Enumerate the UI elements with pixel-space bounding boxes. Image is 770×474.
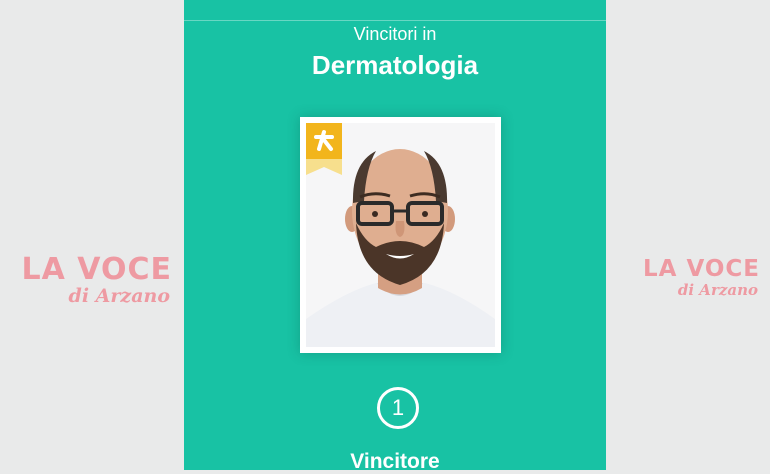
card-subtitle: Vincitori in bbox=[353, 24, 437, 44]
logo-name: LA VOCE bbox=[642, 256, 760, 282]
logo-tagline: di Arzano bbox=[68, 285, 170, 307]
right-side-panel: LA VOCE di Arzano bbox=[606, 0, 770, 470]
logo-name: LA VOCE bbox=[21, 252, 172, 287]
award-badge-icon bbox=[306, 123, 342, 175]
watermark-logo-right: LA VOCE di Arzano bbox=[620, 258, 760, 298]
winner-card: Vincitori in Dermatologia 1 Vincitore bbox=[184, 0, 606, 473]
card-divider bbox=[184, 20, 606, 21]
left-side-panel: LA VOCE di Arzano bbox=[0, 0, 184, 470]
card-title: Dermatologia bbox=[311, 50, 479, 80]
logo-tagline: di Arzano bbox=[677, 281, 758, 299]
winner-photo-frame bbox=[300, 117, 501, 353]
watermark-logo-left: LA VOCE di Arzano bbox=[0, 255, 172, 306]
rank-label: Vincitore bbox=[350, 450, 440, 473]
rank-badge: 1 bbox=[377, 387, 419, 429]
